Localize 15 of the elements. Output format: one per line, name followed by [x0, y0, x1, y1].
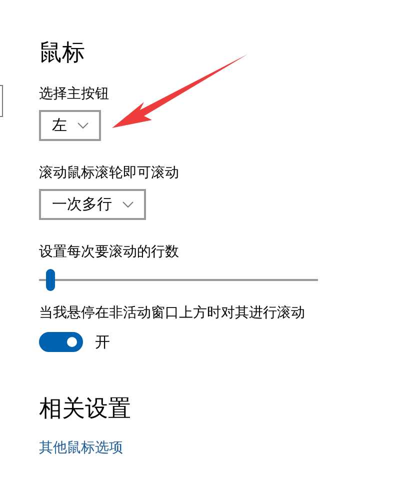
- setting-label: 当我悬停在非活动窗口上方时对其进行滚动: [39, 304, 305, 323]
- dropdown[interactable]: 左: [39, 110, 101, 141]
- page-title: 鼠标: [39, 39, 85, 68]
- field-edge: [0, 85, 3, 117]
- slider-thumb[interactable]: [46, 269, 55, 291]
- link[interactable]: 其他鼠标选项: [39, 439, 123, 457]
- dropdown[interactable]: 一次多行: [39, 189, 146, 220]
- section-title: 相关设置: [39, 395, 131, 424]
- toggle-switch[interactable]: [39, 332, 83, 352]
- chevron-down-icon: [77, 122, 89, 129]
- chevron-down-icon: [122, 201, 134, 208]
- setting-label: 设置每次要滚动的行数: [39, 243, 180, 262]
- setting-label: 选择主按钮: [39, 85, 109, 104]
- setting-label: 滚动鼠标滚轮即可滚动: [39, 164, 179, 183]
- toggle-state: 开: [95, 332, 110, 352]
